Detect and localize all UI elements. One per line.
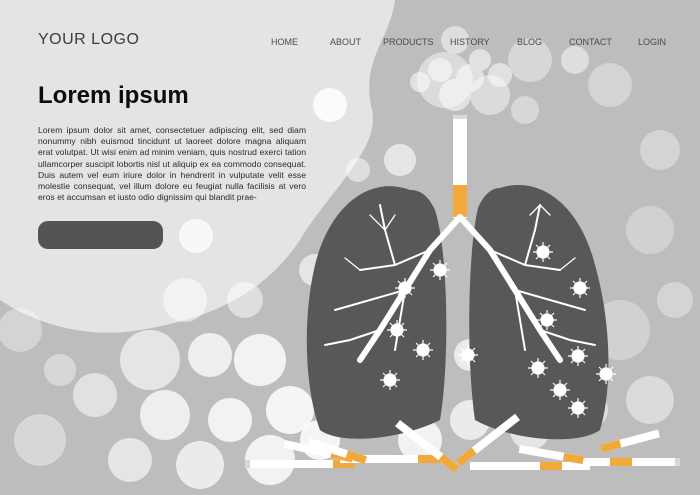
main-nav: HOME ABOUT PRODUCTS HISTORY BLOG CONTACT… <box>0 37 700 51</box>
nav-about[interactable]: ABOUT <box>330 37 361 47</box>
nav-login[interactable]: LOGIN <box>638 37 666 47</box>
nav-blog[interactable]: BLOG <box>517 37 542 47</box>
nav-history[interactable]: HISTORY <box>450 37 490 47</box>
cta-button[interactable] <box>38 221 163 249</box>
nav-products[interactable]: PRODUCTS <box>383 37 434 47</box>
hero-title: Lorem ipsum <box>38 82 189 109</box>
nav-home[interactable]: HOME <box>271 37 298 47</box>
cigarette-filter <box>453 185 467 217</box>
hero-body-text: Lorem ipsum dolor sit amet, consectetuer… <box>38 125 306 203</box>
right-lung <box>469 185 609 440</box>
nav-contact[interactable]: CONTACT <box>569 37 612 47</box>
left-lung <box>306 186 447 439</box>
